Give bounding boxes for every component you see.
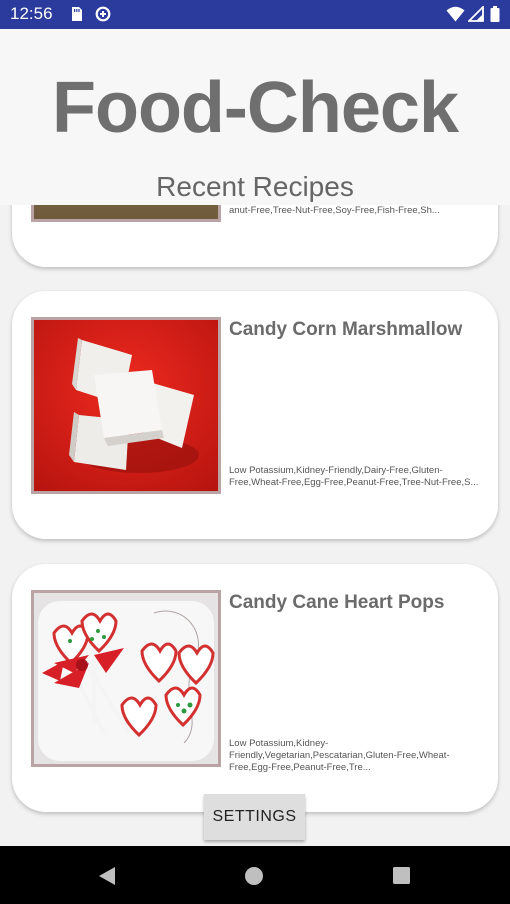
battery-icon	[490, 6, 500, 22]
recipe-tags: Low Potassium,Kidney-Friendly,Vegetarian…	[229, 738, 450, 773]
back-icon[interactable]	[97, 866, 117, 886]
settings-button[interactable]: SETTINGS	[204, 794, 305, 840]
signal-icon	[468, 6, 484, 22]
recent-recipes-heading: Recent Recipes	[156, 171, 354, 202]
recipe-title: Candy Cane Heart Pops	[229, 592, 445, 613]
app-title: Food-Check	[51, 68, 459, 148]
recipe-list[interactable]: anut-Free,Tree-Nut-Free,Soy-Free,Fish-Fr…	[0, 205, 510, 846]
recipe-thumbnail	[31, 590, 221, 767]
heart-pops-image	[34, 593, 218, 764]
status-bar: 12:56	[0, 0, 510, 29]
wifi-icon	[446, 6, 465, 22]
recipe-card[interactable]: anut-Free,Tree-Nut-Free,Soy-Free,Fish-Fr…	[12, 205, 498, 267]
recipe-title: Candy Corn Marshmallow	[229, 319, 463, 340]
recipe-tags: anut-Free,Tree-Nut-Free,Soy-Free,Fish-Fr…	[229, 205, 440, 216]
data-saver-icon	[95, 6, 111, 22]
recipe-thumbnail	[31, 317, 221, 494]
recents-icon[interactable]	[393, 867, 410, 884]
recipe-card[interactable]: Candy Corn Marshmallow Low Potassium,Kid…	[12, 291, 498, 539]
home-icon[interactable]	[245, 867, 263, 885]
recipe-thumbnail	[31, 205, 221, 222]
sd-card-icon	[72, 7, 82, 21]
navigation-bar	[0, 846, 510, 904]
app-header: Food-Check Recent Recipes	[0, 29, 510, 205]
recipe-card[interactable]: Candy Cane Heart Pops Low Potassium,Kidn…	[12, 564, 498, 812]
status-time: 12:56	[10, 4, 53, 23]
recipe-tags: Low Potassium,Kidney-Friendly,Dairy-Free…	[229, 465, 479, 488]
marshmallow-image	[34, 320, 218, 491]
